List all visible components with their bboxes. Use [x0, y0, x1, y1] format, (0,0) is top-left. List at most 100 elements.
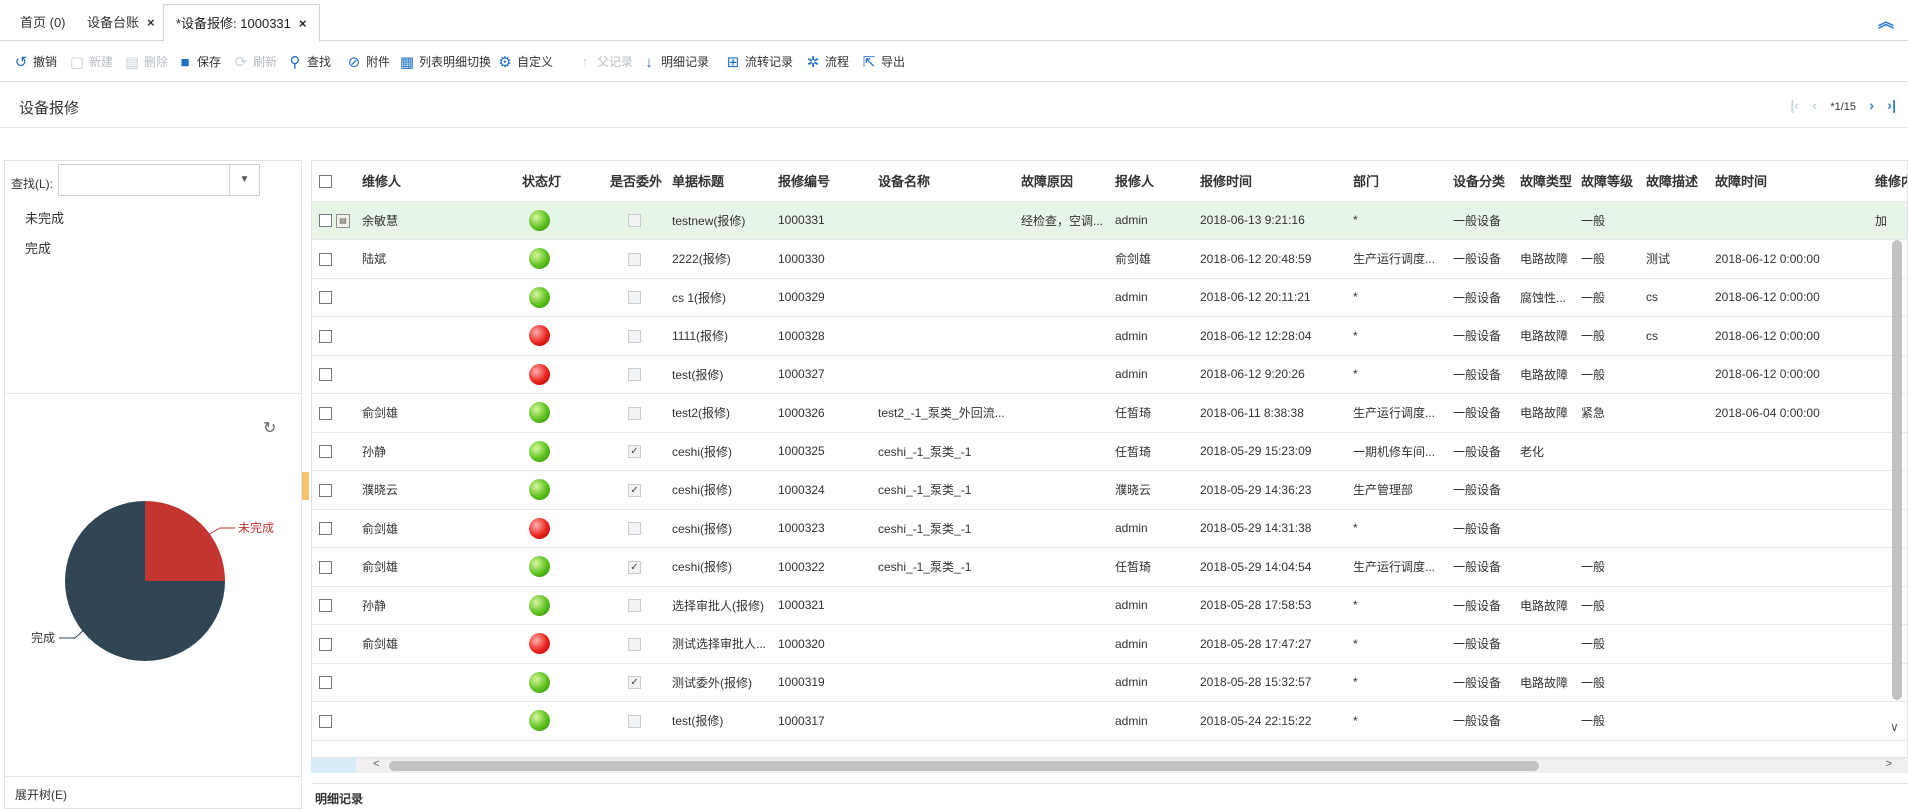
- save-button[interactable]: ■ 保存: [176, 51, 221, 73]
- table-row[interactable]: ▤ 余敏慧 testnew(报修) 1000331 经检查，空调... admin 2018…: [312, 201, 1907, 240]
- pie-slice-incomplete[interactable]: [145, 501, 225, 581]
- splitter-handle[interactable]: [302, 472, 309, 500]
- filter-item-incomplete[interactable]: 未完成: [25, 208, 64, 227]
- table-row[interactable]: 孙静 选择审批人(报修) 1000321 admin 2018-05-28 17:58:…: [312, 586, 1907, 625]
- row-checkbox[interactable]: [319, 252, 332, 266]
- column-header[interactable]: 故障等级: [1579, 161, 1644, 202]
- column-header[interactable]: 故障原因: [1019, 161, 1113, 202]
- column-header[interactable]: 维修人: [360, 161, 520, 202]
- find-label: 查找: [307, 55, 332, 69]
- row-checkbox[interactable]: [319, 560, 332, 574]
- row-checkbox[interactable]: [319, 291, 332, 305]
- page-title: 设备报修: [19, 100, 80, 117]
- tab-equipment-repair[interactable]: *设备报修: 1000331 ×: [163, 4, 320, 42]
- scroll-right-icon[interactable]: >: [1886, 758, 1892, 770]
- row-checkbox[interactable]: [319, 483, 332, 497]
- search-input[interactable]: ▼: [58, 164, 260, 196]
- cell-ftype: 电路故障: [1518, 316, 1579, 356]
- first-page-icon[interactable]: |‹: [1790, 97, 1799, 113]
- close-icon[interactable]: ×: [299, 16, 307, 31]
- cell-level: 一般: [1579, 316, 1644, 356]
- new-button[interactable]: ▢ 新建: [68, 51, 113, 73]
- close-icon[interactable]: ×: [147, 15, 155, 30]
- tab-equipment-ledger[interactable]: 设备台账 ×: [75, 4, 167, 41]
- left-panel: 查找(L): ▼ 未完成 完成 ↻ 未完成 完成 展开树(E): [4, 160, 302, 809]
- row-checkbox[interactable]: [319, 214, 332, 228]
- edit-doc-icon[interactable]: ▤: [336, 213, 350, 228]
- column-header[interactable]: 部门: [1351, 161, 1451, 202]
- column-header[interactable]: 报修时间: [1198, 161, 1351, 202]
- table-row[interactable]: 俞剑雄 test2(报修) 1000326 test2_-1_泵类_外回流... 任皙琦…: [312, 393, 1907, 433]
- find-button[interactable]: ⚲ 查找: [286, 51, 332, 73]
- table-row[interactable]: test(报修) 1000317 admin 2018-05-24 22:15:22 *…: [312, 701, 1907, 741]
- next-page-icon[interactable]: ›: [1869, 97, 1874, 113]
- horizontal-scrollbar[interactable]: < >: [311, 757, 1908, 773]
- table-row[interactable]: 陆斌 2222(报修) 1000330 俞剑雄 2018-06-12 20:48:59 生…: [312, 239, 1907, 279]
- column-header[interactable]: 故障描述: [1644, 161, 1713, 202]
- refresh-button[interactable]: ⟳ 刷新: [232, 51, 277, 73]
- table-row[interactable]: ✓ 测试委外(报修) 1000319 admin 2018-05-28 15:32:57…: [312, 663, 1907, 702]
- column-header[interactable]: 是否委外: [608, 161, 670, 202]
- export-button[interactable]: ⇱ 导出: [860, 51, 905, 73]
- select-all-checkbox[interactable]: [319, 175, 332, 189]
- table-row[interactable]: 俞剑雄 ceshi(报修) 1000323 ceshi_-1_泵类_-1 admin 20…: [312, 509, 1907, 548]
- column-header[interactable]: 设备分类: [1451, 161, 1518, 202]
- table-row[interactable]: 俞剑雄 ✓ ceshi(报修) 1000322 ceshi_-1_泵类_-1 任皙琦 201…: [312, 547, 1907, 587]
- column-header[interactable]: 维修内: [1873, 161, 1907, 202]
- row-checkbox[interactable]: [319, 599, 332, 613]
- cell-dept: *: [1351, 278, 1451, 317]
- row-checkbox[interactable]: [319, 406, 332, 420]
- outsource-cell: [608, 201, 670, 240]
- cell-title: ceshi(报修): [670, 432, 776, 471]
- column-header[interactable]: 报修人: [1113, 161, 1198, 202]
- status-light-cell: [520, 316, 608, 356]
- customize-button[interactable]: ⚙ 自定义: [496, 51, 553, 73]
- outsource-cell: [608, 355, 670, 394]
- tab-home[interactable]: 首页 (0): [8, 4, 78, 41]
- row-checkbox[interactable]: [319, 329, 332, 343]
- table-row[interactable]: 1111(报修) 1000328 admin 2018-06-12 12:28:04 *…: [312, 316, 1907, 356]
- cell-time: 2018-05-29 14:31:38: [1198, 509, 1351, 548]
- scroll-left-icon[interactable]: <: [373, 758, 379, 770]
- row-checkbox[interactable]: [319, 522, 332, 536]
- workflow-button[interactable]: ✲ 流程: [804, 51, 849, 73]
- column-header[interactable]: 故障类型: [1518, 161, 1579, 202]
- list-detail-switch-button[interactable]: ▦ 列表明细切换: [398, 51, 491, 73]
- row-checkbox[interactable]: [319, 445, 332, 459]
- table-row[interactable]: test(报修) 1000327 admin 2018-06-12 9:20:26 * 一…: [312, 355, 1907, 394]
- scroll-thumb[interactable]: [1892, 240, 1902, 700]
- column-header[interactable]: 状态灯: [520, 161, 608, 202]
- delete-button[interactable]: ▤ 删除: [123, 51, 168, 73]
- expand-tree-button[interactable]: 展开树(E): [15, 786, 67, 803]
- row-checkbox[interactable]: [319, 676, 332, 690]
- cell-desc: cs: [1644, 278, 1713, 317]
- cell-reporter: admin: [1113, 316, 1198, 356]
- column-header[interactable]: 单据标题: [670, 161, 776, 202]
- vertical-scrollbar[interactable]: ∨: [1890, 240, 1904, 745]
- column-header[interactable]: 故障时间: [1713, 161, 1873, 202]
- column-header[interactable]: 报修编号: [776, 161, 876, 202]
- row-checkbox[interactable]: [319, 637, 332, 651]
- scroll-thumb[interactable]: [389, 761, 1539, 771]
- filter-item-complete[interactable]: 完成: [25, 238, 51, 257]
- row-checkbox[interactable]: [319, 714, 332, 728]
- flow-record-button[interactable]: ⊞ 流转记录: [724, 51, 793, 73]
- column-header[interactable]: 设备名称: [876, 161, 1019, 202]
- collapse-up-icon[interactable]: ︽: [1878, 8, 1894, 32]
- table-row[interactable]: 孙静 ✓ ceshi(报修) 1000325 ceshi_-1_泵类_-1 任皙琦 2018…: [312, 432, 1907, 471]
- table-row[interactable]: 俞剑雄 测试选择审批人... 1000320 admin 2018-05-28 17:4…: [312, 624, 1907, 664]
- cell-reason: [1019, 586, 1113, 625]
- table-row[interactable]: cs 1(报修) 1000329 admin 2018-06-12 20:11:21 *…: [312, 278, 1907, 317]
- detail-record-button[interactable]: ↓ 明细记录: [640, 51, 709, 73]
- table-row[interactable]: 濮晓云 ✓ ceshi(报修) 1000324 ceshi_-1_泵类_-1 濮晓云 201…: [312, 470, 1907, 510]
- row-checkbox[interactable]: [319, 368, 332, 382]
- chevron-down-icon[interactable]: ∨: [1890, 720, 1899, 734]
- status-light-green-icon: [529, 209, 550, 231]
- chevron-down-icon[interactable]: ▼: [229, 165, 259, 195]
- attachment-button[interactable]: ⊘ 附件: [345, 51, 390, 73]
- cell-category: 一般设备: [1451, 239, 1518, 279]
- last-page-icon[interactable]: ›|: [1887, 97, 1896, 113]
- undo-button[interactable]: ↺ 撤销: [12, 51, 57, 73]
- parent-record-button[interactable]: ↑ 父记录: [576, 51, 633, 73]
- prev-page-icon[interactable]: ‹: [1812, 97, 1817, 113]
